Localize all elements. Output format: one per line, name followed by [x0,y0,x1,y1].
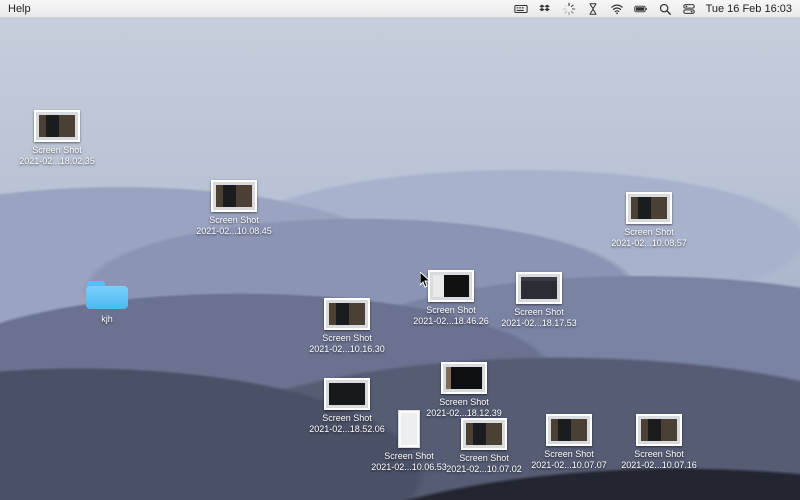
folder-icon [84,277,130,311]
file-label-line1: Screen Shot [610,227,688,238]
desktop-file[interactable]: Screen Shot2021-02...10.08.57 [610,192,688,249]
screenshot-thumb-icon [398,410,420,448]
file-label-line1: Screen Shot [530,449,608,460]
sync-spinner-icon[interactable] [562,2,576,16]
desktop-file[interactable]: Screen Shot2021-02...18.17.53 [500,272,578,329]
desktop-file[interactable]: Screen Shot2021-02...10.08.45 [195,180,273,237]
screenshot-thumb-icon [428,270,474,302]
screenshot-thumb-icon [211,180,257,212]
file-label-line1: Screen Shot [620,449,698,460]
file-label-line2: 2021-02...10.08.57 [610,238,688,249]
desktop-file[interactable]: Screen Shot2021-02...18.02.35 [18,110,96,167]
desktop-folder[interactable]: kjh [68,277,146,325]
screenshot-thumb-icon [546,414,592,446]
screenshot-thumb-icon [324,298,370,330]
file-label-line1: kjh [68,314,146,325]
menubar-right: Tue 16 Feb 16:03 [514,2,792,16]
file-label-line2: 2021-02...10.16.30 [308,344,386,355]
file-label-line1: Screen Shot [308,333,386,344]
screenshot-thumb-icon [441,362,487,394]
menubar: Help [0,0,800,18]
mouse-cursor [420,272,432,290]
file-label-line2: 2021-02...10.07.16 [620,460,698,471]
file-label-line2: 2021-02...10.07.07 [530,460,608,471]
file-label-line1: Screen Shot [412,305,490,316]
screenshot-thumb-icon [626,192,672,224]
file-label-line1: Screen Shot [500,307,578,318]
wifi-icon[interactable] [610,2,624,16]
desktop-file[interactable]: Screen Shot2021-02...10.07.16 [620,414,698,471]
desktop-file[interactable]: Screen Shot2021-02...10.06.53 [370,410,448,473]
screenshot-thumb-icon [636,414,682,446]
desktop-file[interactable]: Screen Shot2021-02...10.07.02 [445,418,523,475]
menubar-left: Help [8,3,31,15]
dropbox-icon[interactable] [538,2,552,16]
desktop-file[interactable]: Screen Shot2021-02...10.07.07 [530,414,608,471]
file-label-line2: 2021-02...10.08.45 [195,226,273,237]
file-label-line2: 2021-02...18.02.35 [18,156,96,167]
menubar-clock[interactable]: Tue 16 Feb 16:03 [706,3,792,15]
screenshot-thumb-icon [516,272,562,304]
file-label-line2: 2021-02...18.46.26 [412,316,490,327]
file-label-line1: Screen Shot [195,215,273,226]
menu-help[interactable]: Help [8,3,31,15]
spotlight-icon[interactable] [658,2,672,16]
file-label-line1: Screen Shot [445,453,523,464]
file-label-line1: Screen Shot [370,451,448,462]
screenshot-thumb-icon [461,418,507,450]
file-label-line2: 2021-02...10.06.53 [370,462,448,473]
desktop-file[interactable]: Screen Shot2021-02...10.16.30 [308,298,386,355]
file-label-line2: 2021-02...18.17.53 [500,318,578,329]
file-label-line1: Screen Shot [425,397,503,408]
keyboard-viewer-icon[interactable] [514,2,528,16]
control-center-icon[interactable] [682,2,696,16]
file-label-line2: 2021-02...10.07.02 [445,464,523,475]
screenshot-thumb-icon [34,110,80,142]
desktop[interactable]: Help [0,0,800,500]
battery-icon[interactable] [634,2,648,16]
hourglass-icon[interactable] [586,2,600,16]
screenshot-thumb-icon [324,378,370,410]
file-label-line1: Screen Shot [18,145,96,156]
